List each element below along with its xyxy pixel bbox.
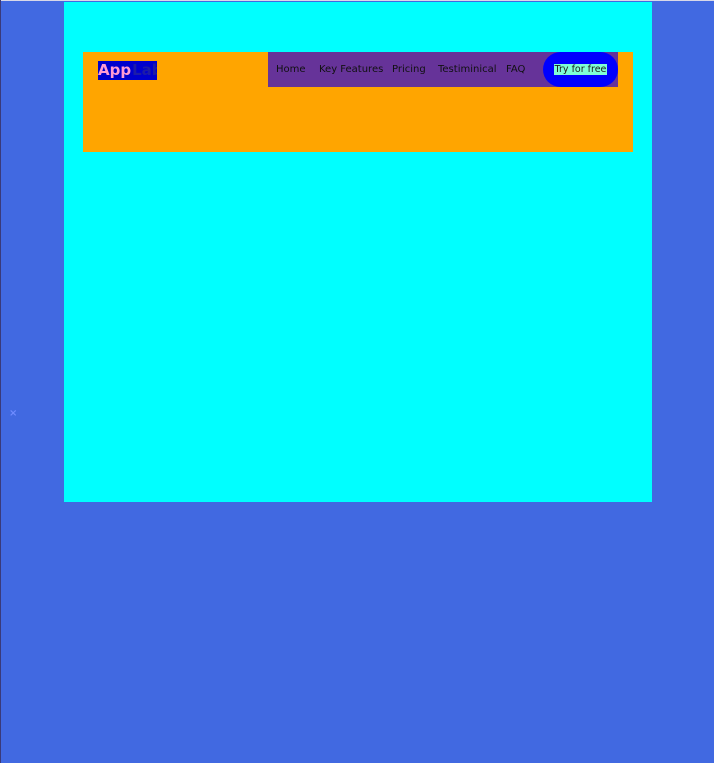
site-header: AppLab Home Key Features Pricing Testimi…: [83, 52, 633, 152]
page-top-border: [0, 0, 714, 1]
try-for-free-label: Try for free: [553, 64, 608, 75]
nav-home-link[interactable]: Home: [276, 52, 306, 87]
main-navbar: Home Key Features Pricing Testiminical F…: [268, 52, 618, 87]
nav-key-features-link[interactable]: Key Features: [319, 52, 383, 87]
page-container: AppLab Home Key Features Pricing Testimi…: [64, 2, 652, 502]
site-logo[interactable]: AppLab: [98, 61, 157, 80]
nav-faq-link[interactable]: FAQ: [506, 52, 525, 87]
try-for-free-button[interactable]: Try for free: [543, 52, 618, 87]
logo-text-secondary: Lab: [132, 61, 157, 79]
nav-testimonials-link[interactable]: Testiminical: [438, 52, 497, 87]
stray-close-icon: ×: [9, 408, 18, 419]
nav-pricing-link[interactable]: Pricing: [392, 52, 426, 87]
logo-text-primary: App: [98, 61, 132, 79]
page-left-border: [0, 0, 1, 763]
